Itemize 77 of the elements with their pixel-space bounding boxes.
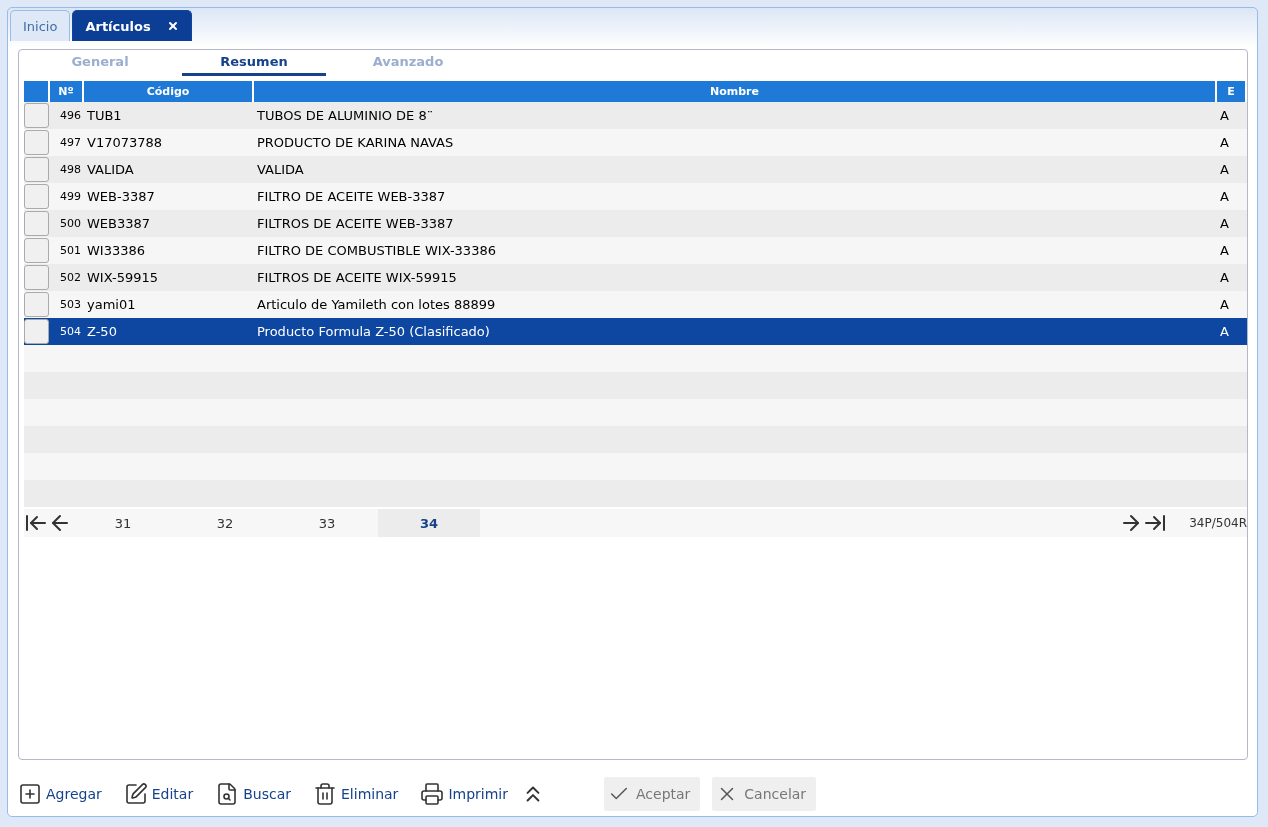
status-cell-text: A (1219, 135, 1230, 150)
row-number: 497 (59, 136, 82, 149)
status-cell-text: A (1219, 108, 1230, 123)
name-cell-text: VALIDA (256, 162, 305, 177)
status-cell-text: A (1219, 297, 1230, 312)
row-selector[interactable] (24, 103, 49, 128)
table-row[interactable]: 502 WIX-59915 FILTROS DE ACEITE WIX-59915 A (24, 264, 1247, 291)
status-cell-text: A (1219, 189, 1230, 204)
toolbar-action[interactable]: Editar (123, 782, 194, 806)
table-row[interactable]: 501 WI33386 FILTRO DE COMBUSTIBLE WIX-33386 A (24, 237, 1247, 264)
toolbar-action[interactable]: Eliminar (313, 782, 399, 806)
code-cell-text: yami01 (86, 297, 137, 312)
row-selector[interactable] (24, 157, 49, 182)
page-link[interactable]: 34 (378, 509, 480, 537)
printer-icon (420, 782, 445, 806)
code-cell-text: VALIDA (86, 162, 135, 177)
row-selector[interactable] (24, 211, 49, 236)
row-number: 498 (59, 163, 82, 176)
name-cell-text: Articulo de Yamileth con lotes 88899 (256, 297, 497, 312)
column-header[interactable]: E (1217, 81, 1247, 102)
code-cell-text: WI33386 (86, 243, 147, 258)
row-number: 499 (59, 190, 82, 203)
column-header[interactable]: Nombre (254, 81, 1217, 102)
row-selector[interactable] (24, 292, 49, 317)
tab[interactable]: Inicio (10, 10, 71, 41)
row-selector[interactable] (24, 184, 49, 209)
add-icon (18, 782, 42, 806)
code-cell-text: Z-50 (86, 324, 118, 339)
page-link[interactable]: 31 (72, 509, 174, 537)
edit-icon (123, 782, 148, 806)
section-tab[interactable]: Resumen (182, 50, 326, 76)
row-number: 504 (59, 325, 82, 338)
table-row[interactable]: 500 WEB3387 FILTROS DE ACEITE WEB-3387 A (24, 210, 1247, 237)
status-cell-text: A (1219, 324, 1230, 339)
header-cell (24, 81, 50, 102)
table-row[interactable]: 498 VALIDA VALIDA A (24, 156, 1247, 183)
code-cell-text: TUB1 (86, 108, 123, 123)
row-selector[interactable] (24, 238, 49, 263)
row-number: 502 (59, 271, 82, 284)
row-number: 500 (59, 217, 82, 230)
tab[interactable]: Artículos (72, 10, 192, 41)
row-selector[interactable] (24, 319, 49, 344)
page-summary: 34P/504R (1189, 516, 1247, 530)
status-cell-text: A (1219, 243, 1230, 258)
table-row[interactable]: 499 WEB-3387 FILTRO DE ACEITE WEB-3387 A (24, 183, 1247, 210)
name-cell-text: FILTRO DE ACEITE WEB-3387 (256, 189, 447, 204)
status-cell-text: A (1219, 216, 1230, 231)
toolbar-action[interactable]: Imprimir (420, 782, 508, 806)
code-cell-text: WEB3387 (86, 216, 152, 231)
name-cell-text: TUBOS DE ALUMINIO DE 8¨ (256, 108, 435, 123)
page-link[interactable]: 32 (174, 509, 276, 537)
status-cell-text: A (1219, 270, 1230, 285)
close-icon[interactable] (166, 20, 179, 32)
trash-icon (313, 782, 337, 806)
name-cell-text: FILTROS DE ACEITE WIX-59915 (256, 270, 458, 285)
table-row[interactable]: 496 TUB1 TUBOS DE ALUMINIO DE 8¨ A (24, 102, 1247, 129)
code-cell-text: V17073788 (86, 135, 164, 150)
column-header[interactable]: Nº (50, 81, 84, 102)
table-row[interactable]: 497 V17073788 PRODUCTO DE KARINA NAVAS A (24, 129, 1247, 156)
column-header[interactable]: Código (84, 81, 254, 102)
row-selector[interactable] (24, 130, 49, 155)
code-cell-text: WIX-59915 (86, 270, 159, 285)
row-number: 501 (59, 244, 82, 257)
status-cell-text: A (1219, 162, 1230, 177)
page-link[interactable]: 33 (276, 509, 378, 537)
row-number: 503 (59, 298, 82, 311)
name-cell-text: FILTRO DE COMBUSTIBLE WIX-33386 (256, 243, 497, 258)
code-cell-text: WEB-3387 (86, 189, 156, 204)
name-cell-text: Producto Formula Z-50 (Clasificado) (256, 324, 491, 339)
name-cell-text: FILTROS DE ACEITE WEB-3387 (256, 216, 455, 231)
table-row[interactable]: 503 yami01 Articulo de Yamileth con lotes 88899 A (24, 291, 1247, 318)
name-cell-text: PRODUCTO DE KARINA NAVAS (256, 135, 455, 150)
row-number: 496 (59, 109, 82, 122)
toolbar-action[interactable]: Buscar (215, 782, 291, 806)
table-row[interactable]: 504 Z-50 Producto Formula Z-50 (Clasificado) A (24, 318, 1247, 345)
toolbar-action[interactable]: Agregar (18, 782, 102, 806)
row-selector[interactable] (24, 265, 49, 290)
